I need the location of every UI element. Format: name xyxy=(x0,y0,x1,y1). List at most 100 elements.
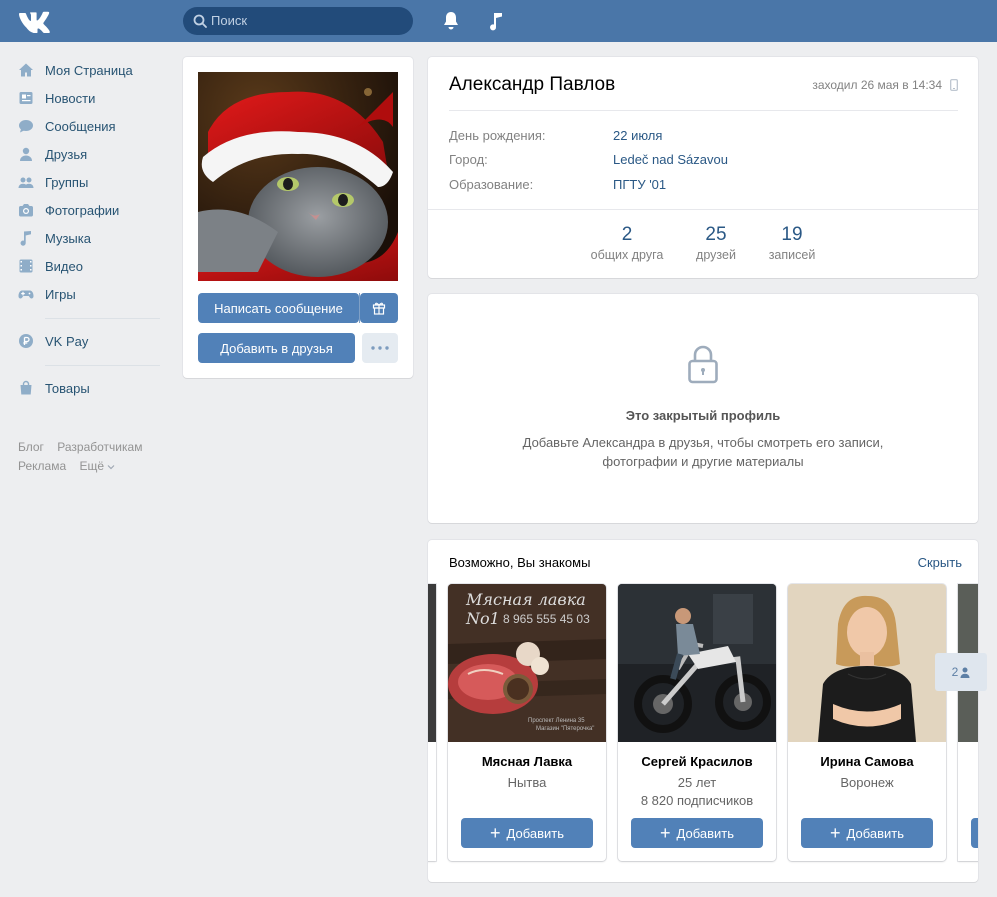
gift-button[interactable] xyxy=(360,293,398,323)
avatar-card: Написать сообщение Добавить в друзья xyxy=(183,57,413,378)
profile-avatar[interactable] xyxy=(198,72,398,281)
closed-profile-title: Это закрытый профиль xyxy=(625,408,781,423)
suggestion-card[interactable]: Сергей Красилов 25 лет 8 820 подписчиков… xyxy=(618,584,776,861)
write-message-button[interactable]: Написать сообщение xyxy=(198,293,359,323)
groups-icon xyxy=(18,174,34,190)
suggestion-card[interactable]: Мясная лавка No1 8 965 555 45 03 Проспек… xyxy=(448,584,606,861)
counter-friends[interactable]: 25 друзей xyxy=(686,224,746,262)
suggestion-name[interactable]: Мясная Лавка xyxy=(448,754,606,769)
sidebar-item-vkpay[interactable]: VK Pay xyxy=(18,327,160,355)
add-suggestion-label: Добавить xyxy=(676,825,734,841)
closed-profile-card: Это закрытый профиль Добавьте Александра… xyxy=(428,294,978,523)
nav-divider xyxy=(45,365,160,366)
suggestion-card[interactable]: Ирина Самова Воронеж + Добавить xyxy=(788,584,946,861)
sidebar-item-label: Фотографии xyxy=(45,202,120,218)
sidebar-item-goods[interactable]: Товары xyxy=(18,374,160,402)
search-input[interactable]: Поиск xyxy=(183,7,413,35)
scroll-next-button[interactable]: 2 xyxy=(935,653,987,691)
top-header: Поиск xyxy=(0,0,997,42)
sidebar-footer: Блог Разработчикам Реклама Ещё xyxy=(18,438,178,476)
footer-link-blog[interactable]: Блог xyxy=(18,440,44,454)
suggestion-info: 25 лет xyxy=(677,775,717,790)
chevron-down-icon xyxy=(107,465,115,470)
suggestion-info: Воронеж xyxy=(840,775,894,790)
suggestion-card-partial-right[interactable] xyxy=(958,584,978,861)
add-suggestion-label: Добавить xyxy=(846,825,904,841)
partial-photo xyxy=(428,584,436,742)
music-icon[interactable] xyxy=(487,11,505,31)
sidebar-item-news[interactable]: Новости xyxy=(18,84,160,112)
counter-label: общих друга xyxy=(590,248,664,262)
sidebar-item-my-page[interactable]: Моя Страница xyxy=(18,56,160,84)
footer-link-more-label: Ещё xyxy=(79,459,105,473)
friend-icon xyxy=(18,146,34,162)
sidebar-item-messages[interactable]: Сообщения xyxy=(18,112,160,140)
suggestion-photo[interactable]: Мясная лавка No1 8 965 555 45 03 Проспек… xyxy=(448,584,606,742)
education-value[interactable]: ПГТУ '01 xyxy=(613,177,666,192)
add-suggestion-button[interactable]: + Добавить xyxy=(631,818,763,848)
suggestion-photo[interactable] xyxy=(618,584,776,742)
counter-label: друзей xyxy=(696,248,736,262)
suggestion-info: Нытва xyxy=(507,775,547,790)
add-suggestion-button[interactable]: + Добавить xyxy=(461,818,593,848)
sidebar-item-groups[interactable]: Группы xyxy=(18,168,160,196)
counter-value: 19 xyxy=(781,224,803,245)
bag-icon xyxy=(18,380,34,396)
city-value[interactable]: Ledeč nad Sázavou xyxy=(613,152,728,167)
footer-link-ads[interactable]: Реклама xyxy=(18,459,66,473)
counter-posts[interactable]: 19 записей xyxy=(762,224,822,262)
vk-logo-icon[interactable] xyxy=(18,9,52,33)
plus-icon: + xyxy=(660,823,671,843)
sidebar-item-label: Сообщения xyxy=(45,118,116,134)
sidebar-item-label: Моя Страница xyxy=(45,62,133,78)
footer-link-more[interactable]: Ещё xyxy=(79,459,115,473)
mobile-icon xyxy=(950,79,958,91)
sidebar-item-photos[interactable]: Фотографии xyxy=(18,196,160,224)
sidebar-item-label: Игры xyxy=(45,286,76,302)
gamepad-icon xyxy=(18,286,34,302)
hide-suggestions-link[interactable]: Скрыть xyxy=(918,555,962,570)
closed-profile-text: Добавьте Александра в друзья, чтобы смот… xyxy=(522,435,884,469)
birthday-label: День рождения: xyxy=(449,128,546,143)
sidebar-item-video[interactable]: Видео xyxy=(18,252,160,280)
lock-icon xyxy=(688,345,718,384)
counter-mutual-friends[interactable]: 2 общих друга xyxy=(583,224,671,262)
photo-caption-phone: 8 965 555 45 03 xyxy=(503,612,590,626)
divider xyxy=(428,209,978,210)
suggestion-followers: 8 820 подписчиков xyxy=(640,793,754,808)
education-label: Образование: xyxy=(449,177,534,192)
home-icon xyxy=(18,62,34,78)
sidebar-item-games[interactable]: Игры xyxy=(18,280,160,308)
partial-add-button[interactable] xyxy=(971,818,978,848)
messages-icon xyxy=(18,118,34,134)
more-actions-button[interactable] xyxy=(362,333,398,363)
sidebar-item-label: Видео xyxy=(45,258,83,274)
photo-caption-shop: Магазин "Пятерочка" xyxy=(536,726,595,732)
sidebar-item-label: Друзья xyxy=(45,146,88,162)
suggestion-photo[interactable] xyxy=(788,584,946,742)
suggestion-name[interactable]: Ирина Самова xyxy=(788,754,946,769)
profile-name: Александр Павлов xyxy=(449,74,616,95)
last-seen: заходил 26 мая в 14:34 xyxy=(812,78,942,92)
birthday-value[interactable]: 22 июля xyxy=(613,128,662,143)
suggestion-card-partial-left[interactable] xyxy=(428,584,436,861)
city-label: Город: xyxy=(449,152,488,167)
sidebar-item-music[interactable]: Музыка xyxy=(18,224,160,252)
add-suggestion-button[interactable]: + Добавить xyxy=(801,818,933,848)
nav-divider xyxy=(45,318,160,319)
suggestions-card: Возможно, Вы знакомы Скрыть Мясная лавка… xyxy=(428,540,978,882)
counter-value: 25 xyxy=(705,224,727,245)
camera-icon xyxy=(18,202,34,218)
suggestion-name[interactable]: Сергей Красилов xyxy=(618,754,776,769)
photo-caption-address: Проспект Ленина 35 xyxy=(528,718,585,724)
sidebar-item-friends[interactable]: Друзья xyxy=(18,140,160,168)
add-suggestion-label: Добавить xyxy=(506,825,564,841)
footer-link-developers[interactable]: Разработчикам xyxy=(57,440,142,454)
bell-icon[interactable] xyxy=(442,11,460,31)
counter-value: 2 xyxy=(621,224,633,245)
sidebar-item-label: Товары xyxy=(45,380,90,396)
video-icon xyxy=(18,258,34,274)
ruble-icon xyxy=(18,333,34,349)
add-friend-button[interactable]: Добавить в друзья xyxy=(198,333,355,363)
divider xyxy=(449,110,958,111)
